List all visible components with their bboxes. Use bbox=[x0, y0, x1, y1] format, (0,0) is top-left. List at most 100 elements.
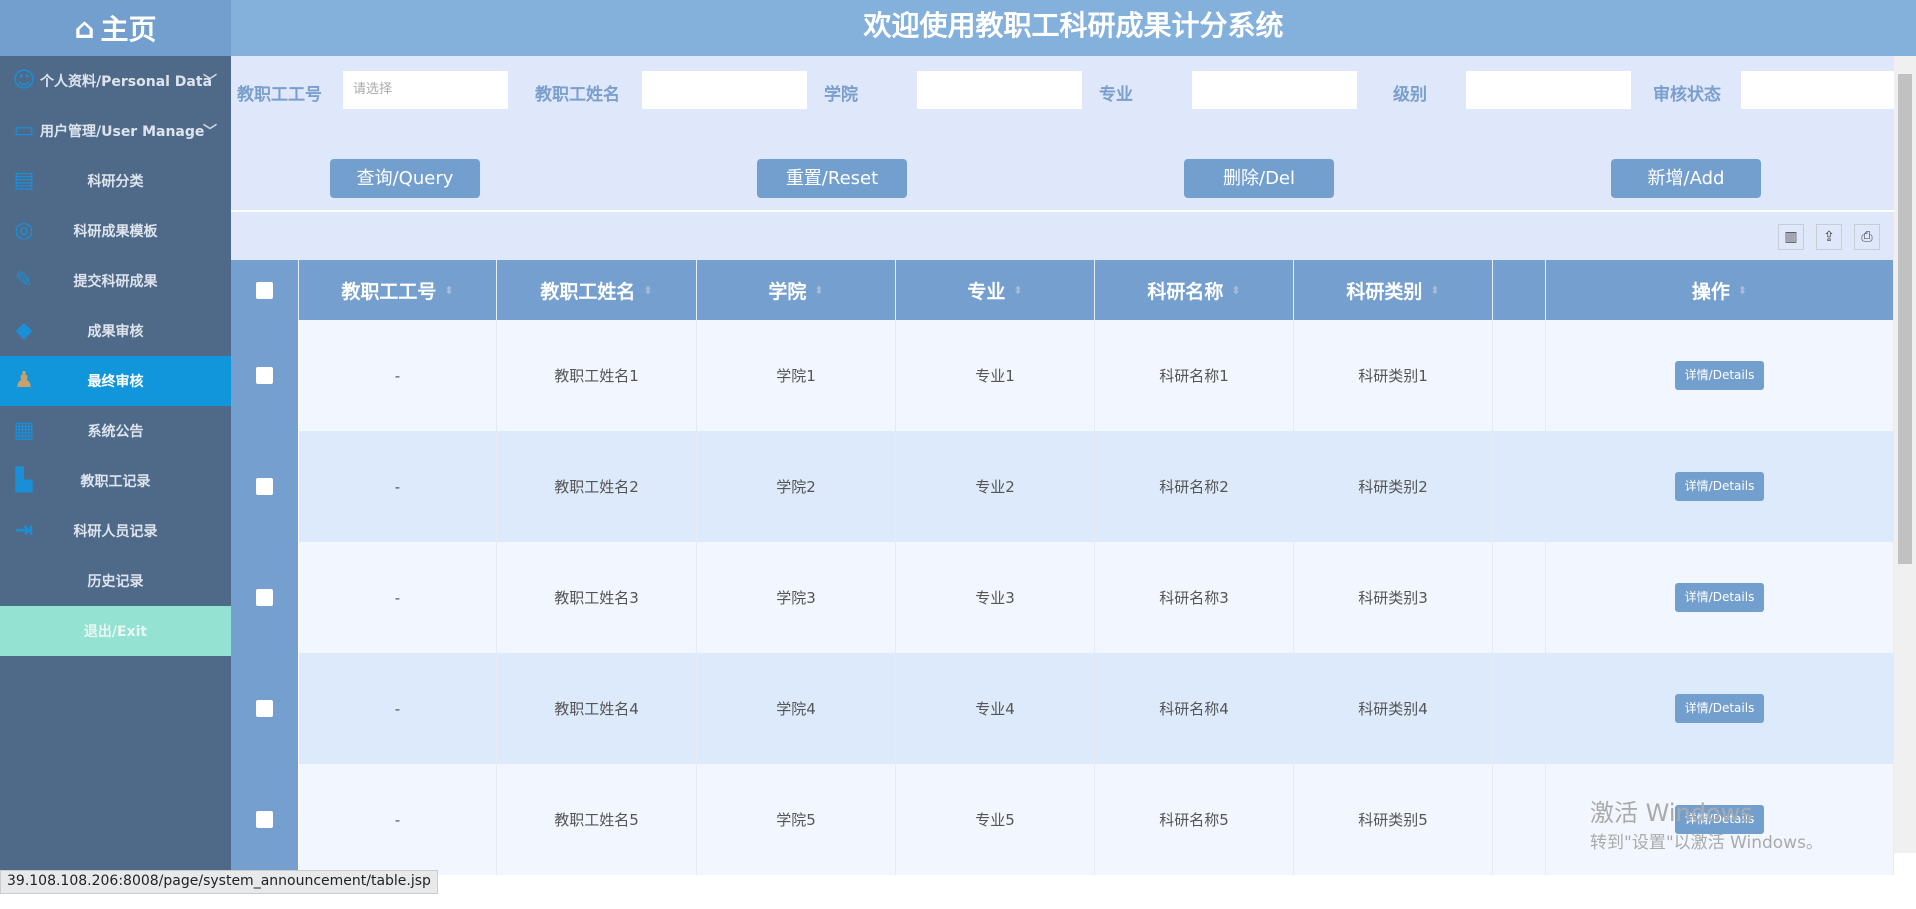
table-cell bbox=[1493, 764, 1546, 875]
table-cell: - bbox=[299, 431, 497, 542]
table-cell: 科研名称3 bbox=[1095, 542, 1294, 653]
column-header[interactable] bbox=[1493, 260, 1546, 320]
chevron-down-icon[interactable]: ﹀ bbox=[203, 121, 217, 141]
sidebar-item-3[interactable]: ◎ 科研成果模板 bbox=[0, 206, 231, 256]
search-field-0[interactable] bbox=[343, 71, 508, 109]
row-checkbox-cell[interactable] bbox=[231, 542, 299, 653]
scrollbar-thumb[interactable] bbox=[1898, 74, 1912, 564]
sidebar-item-7[interactable]: ▦ 系统公告 bbox=[0, 406, 231, 456]
sidebar-item-5[interactable]: ◆ 成果审核 bbox=[0, 306, 231, 356]
column-header[interactable]: 科研类别 ⬍ bbox=[1294, 260, 1493, 320]
table-cell: 教职工姓名4 bbox=[497, 653, 697, 764]
sidebar-item-2[interactable]: ▤ 科研分类 bbox=[0, 156, 231, 206]
row-checkbox[interactable] bbox=[256, 589, 273, 606]
sort-icon[interactable]: ⬍ bbox=[643, 284, 652, 297]
select-all-checkbox[interactable] bbox=[256, 281, 273, 299]
delete-button[interactable]: 删除/Del bbox=[1184, 159, 1334, 198]
column-header[interactable]: 学院 ⬍ bbox=[697, 260, 896, 320]
sidebar-item-9[interactable]: ⇥ 科研人员记录 bbox=[0, 506, 231, 556]
field-label: 教职工工号 bbox=[237, 85, 322, 105]
action-cell: 详情/Details bbox=[1546, 320, 1894, 431]
table-cell: - bbox=[299, 653, 497, 764]
column-header[interactable]: 教职工工号 ⬍ bbox=[299, 260, 497, 320]
table-cell: 专业1 bbox=[896, 320, 1095, 431]
row-checkbox-cell[interactable] bbox=[231, 320, 299, 431]
search-field-4[interactable] bbox=[1466, 71, 1631, 109]
data-table: 教职工工号 ⬍ 教职工姓名 ⬍ 学院 ⬍ 专业 ⬍ 科研名称 ⬍ 科研类别 ⬍ 操作 ⬍ - 教职工姓名1 学院… bbox=[231, 260, 1894, 909]
column-title: 科研名称 bbox=[1147, 280, 1224, 303]
sort-icon[interactable]: ⬍ bbox=[1738, 284, 1747, 297]
table-cell: 科研类别4 bbox=[1294, 653, 1493, 764]
search-field-5[interactable] bbox=[1741, 71, 1906, 109]
search-field-2[interactable] bbox=[917, 71, 1082, 109]
field-label: 级别 bbox=[1393, 85, 1427, 105]
columns-icon[interactable]: ▥ bbox=[1778, 224, 1804, 250]
page-title: 欢迎使用教职工科研成果计分系统 bbox=[231, 0, 1916, 56]
details-button[interactable]: 详情/Details bbox=[1674, 694, 1765, 723]
sort-icon[interactable]: ⬍ bbox=[1231, 284, 1240, 297]
template-icon: ◎ bbox=[14, 218, 34, 243]
main-content: 教职工工号 请选择 教职工姓名 学院 专业 级别 审核状态 查询/Query 重置/Reset 删… bbox=[231, 56, 1906, 875]
sort-icon[interactable]: ⬍ bbox=[444, 284, 453, 297]
user-circle-icon: ☺ bbox=[12, 68, 36, 93]
sidebar-item-6[interactable]: ♟ 最终审核 bbox=[0, 356, 231, 406]
table-cell: 科研类别2 bbox=[1294, 431, 1493, 542]
details-button[interactable]: 详情/Details bbox=[1674, 472, 1765, 501]
row-checkbox[interactable] bbox=[256, 700, 273, 717]
field-label: 教职工姓名 bbox=[535, 85, 620, 105]
column-header[interactable]: 操作 ⬍ bbox=[1546, 260, 1894, 320]
table-cell: 科研名称4 bbox=[1095, 653, 1294, 764]
print-icon[interactable]: ⎙ bbox=[1854, 224, 1880, 250]
add-button[interactable]: 新增/Add bbox=[1611, 159, 1761, 198]
details-button[interactable]: 详情/Details bbox=[1674, 361, 1765, 390]
sidebar-item-11[interactable]: 退出/Exit bbox=[0, 606, 231, 656]
vertical-scrollbar[interactable] bbox=[1894, 56, 1916, 853]
home-link[interactable]: ⌂ 主页 bbox=[0, 0, 231, 56]
chevron-down-icon[interactable]: ﹀ bbox=[203, 71, 217, 91]
details-button[interactable]: 详情/Details bbox=[1674, 805, 1765, 834]
table-cell: 科研名称1 bbox=[1095, 320, 1294, 431]
query-button[interactable]: 查询/Query bbox=[330, 159, 480, 198]
table-cell: 教职工姓名5 bbox=[497, 764, 697, 875]
search-field-1[interactable] bbox=[642, 71, 807, 109]
table-cell: 学院5 bbox=[697, 764, 896, 875]
table-cell: 科研类别3 bbox=[1294, 542, 1493, 653]
sidebar-item-1[interactable]: ▭ 用户管理/User Manage ﹀ bbox=[0, 106, 231, 156]
sort-icon[interactable]: ⬍ bbox=[814, 284, 823, 297]
table-cell: 科研类别5 bbox=[1294, 764, 1493, 875]
reset-button[interactable]: 重置/Reset bbox=[757, 159, 907, 198]
column-header[interactable]: 专业 ⬍ bbox=[896, 260, 1095, 320]
sort-icon[interactable]: ⬍ bbox=[1013, 284, 1022, 297]
field-label: 审核状态 bbox=[1653, 85, 1721, 105]
search-field-3[interactable] bbox=[1192, 71, 1357, 109]
table-cell: 专业3 bbox=[896, 542, 1095, 653]
row-checkbox-cell[interactable] bbox=[231, 764, 299, 875]
column-header[interactable]: 科研名称 ⬍ bbox=[1095, 260, 1294, 320]
details-button[interactable]: 详情/Details bbox=[1674, 583, 1765, 612]
table-cell: - bbox=[299, 764, 497, 875]
column-title: 操作 bbox=[1691, 280, 1730, 303]
users-icon: ♟ bbox=[14, 368, 34, 393]
sidebar-item-10[interactable]: 历史记录 bbox=[0, 556, 231, 606]
row-checkbox[interactable] bbox=[256, 811, 273, 828]
table-cell: 学院4 bbox=[697, 653, 896, 764]
sort-icon[interactable]: ⬍ bbox=[1430, 284, 1439, 297]
row-checkbox[interactable] bbox=[256, 478, 273, 495]
row-checkbox-cell[interactable] bbox=[231, 653, 299, 764]
column-title: 学院 bbox=[768, 280, 807, 303]
column-header[interactable]: 教职工姓名 ⬍ bbox=[497, 260, 697, 320]
table-cell: 教职工姓名2 bbox=[497, 431, 697, 542]
table-cell: 专业4 bbox=[896, 653, 1095, 764]
sidebar-item-8[interactable]: ▙ 教职工记录 bbox=[0, 456, 231, 506]
id-card-icon: ▤ bbox=[13, 168, 35, 193]
table-row: - 教职工姓名1 学院1 专业1 科研名称1 科研类别1 详情/Details bbox=[231, 320, 1894, 431]
export-icon[interactable]: ⇪ bbox=[1816, 224, 1842, 250]
column-title: 专业 bbox=[967, 280, 1006, 303]
column-title: 教职工姓名 bbox=[540, 280, 636, 303]
row-checkbox-cell[interactable] bbox=[231, 431, 299, 542]
row-checkbox[interactable] bbox=[256, 367, 273, 384]
column-title: 教职工工号 bbox=[341, 280, 437, 303]
select-all-checkbox-cell[interactable] bbox=[231, 260, 299, 320]
sidebar-item-0[interactable]: ☺ 个人资料/Personal Data ﹀ bbox=[0, 56, 231, 106]
sidebar-item-4[interactable]: ✎ 提交科研成果 bbox=[0, 256, 231, 306]
